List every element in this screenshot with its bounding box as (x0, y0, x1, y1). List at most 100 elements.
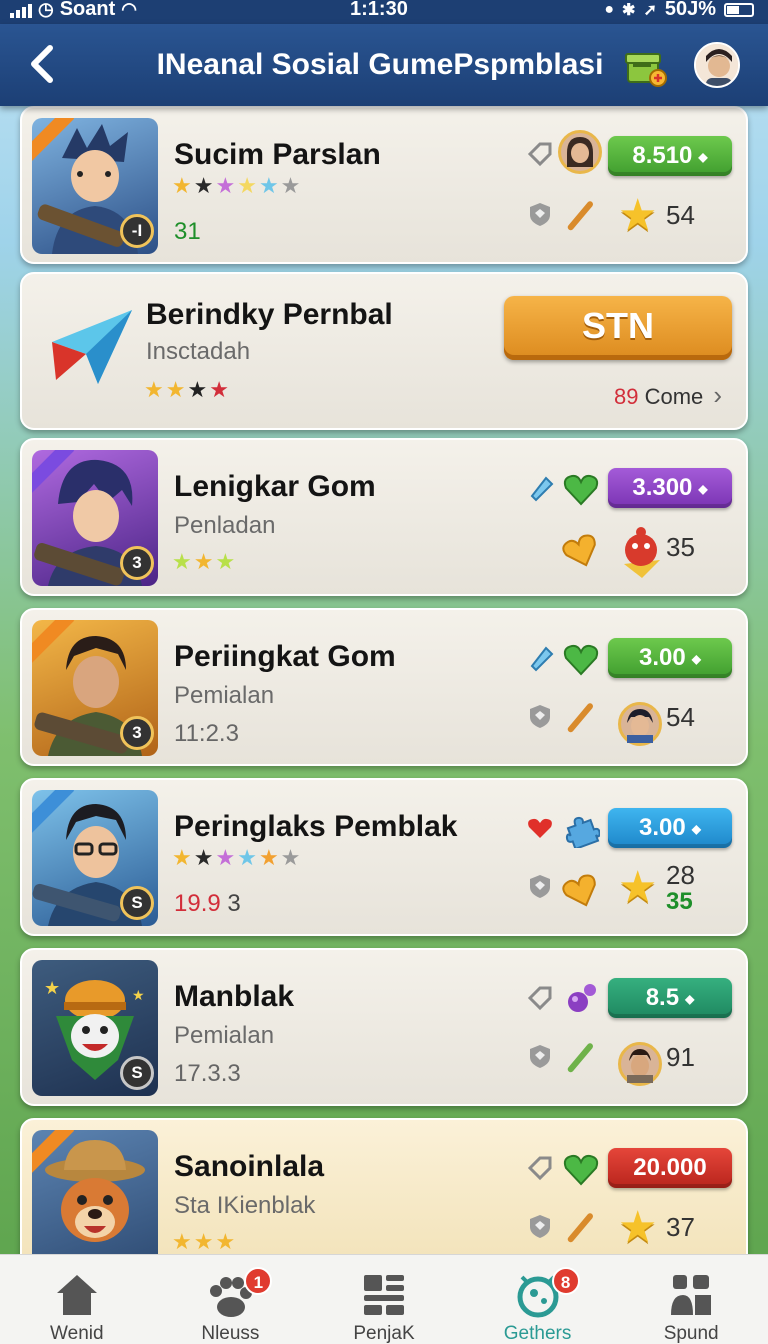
gem-icon (530, 646, 554, 672)
leaderboard-list[interactable]: -I Sucim Parslan ★ ★ ★ ★ ★ ★ 31 8.510 ◆ ★… (0, 106, 768, 1254)
wand-icon (567, 1213, 593, 1243)
game-thumbnail: 3 (32, 620, 158, 756)
count-value: 54 (666, 200, 695, 230)
list-icon (363, 1275, 404, 1315)
rating-stars: ★ ★ ★ ★ ★ ★ (172, 846, 300, 870)
avatar-icon (627, 1049, 653, 1083)
value-pill[interactable]: 3.00 ◆ (608, 808, 732, 848)
star-icon: ★ (193, 845, 214, 870)
value-pill[interactable]: 20.000 (608, 1148, 732, 1188)
nav-label: Spund (663, 1323, 719, 1344)
count-value: 35 (666, 532, 695, 562)
chevron-right-icon: › (713, 380, 723, 410)
svg-text:★: ★ (132, 987, 145, 1003)
nav-item-home[interactable]: Wenid (0, 1255, 154, 1344)
wifi-icon: ◠ (121, 0, 137, 19)
star-icon: ★ (172, 1229, 192, 1254)
bluetooth-icon: ✱ (622, 1, 636, 19)
diamond-icon: ◆ (685, 991, 695, 1006)
game-title: Sucim Parslan (174, 138, 381, 171)
score-value-red: 19.9 (174, 890, 221, 917)
notification-badge: 8 (551, 1267, 580, 1295)
value-pill[interactable]: 8.510 ◆ (608, 136, 732, 176)
bird-icon (624, 527, 660, 578)
alarm-icon: ● (604, 0, 615, 18)
more-count: 89 (614, 384, 639, 409)
list-item[interactable]: Sanoinlala Sta IKienblak ★ ★ ★ 20.000 ★ … (20, 1118, 748, 1254)
diamond-icon: ◆ (691, 821, 701, 836)
list-item[interactable]: -I Sucim Parslan ★ ★ ★ ★ ★ ★ 31 8.510 ◆ ★… (20, 106, 748, 264)
game-subtitle: Pemialan (174, 682, 275, 709)
list-item[interactable]: 3 Periingkat Gom Pemialan 11:2.3 3.00 ◆ 5… (20, 608, 748, 766)
diamond-icon: ◆ (698, 149, 708, 164)
count-value: 28 (666, 860, 695, 890)
player-avatar[interactable] (618, 702, 662, 746)
star-icon: ★ (215, 845, 236, 870)
star-icon: ★ (193, 1229, 214, 1254)
nav-item-list[interactable]: PenjaK (307, 1255, 461, 1344)
status-time: 1:1:30 (350, 0, 408, 20)
star-icon: ★ (172, 549, 192, 574)
game-thumbnail: ★ ★ S (32, 960, 158, 1096)
list-item[interactable]: 3 Lenigkar Gom Penladan ★ ★ ★ 3.300 ◆ 35 (20, 438, 748, 596)
heart-icon (563, 474, 599, 506)
page-title: INeanal Sosial GumePspmblasi (156, 48, 604, 81)
reward-button[interactable] (624, 44, 668, 88)
star-icon: ★ (193, 173, 214, 198)
star-icon: ★ (215, 549, 236, 574)
level-badge: 3 (120, 716, 154, 750)
promo-card[interactable]: Berindky Pernbal Insctadah ★ ★ ★ ★ STN 8… (20, 272, 748, 430)
nav-label: PenjaK (353, 1323, 415, 1344)
heart-icon (562, 874, 596, 907)
pill-value: 8.5 (645, 984, 680, 1011)
stn-button[interactable]: STN (504, 296, 732, 360)
gift-icon (625, 53, 667, 87)
game-title: Manblak (174, 980, 295, 1013)
list-item[interactable]: S Peringlaks Pemblak ★ ★ ★ ★ ★ ★ 19.9 3 … (20, 778, 748, 936)
star-icon: ★ (144, 377, 164, 402)
player-avatar[interactable] (558, 130, 602, 174)
star-icon: ★ (280, 173, 301, 198)
star-icon: ★ (209, 377, 229, 402)
notification-badge: 1 (244, 1267, 273, 1295)
nav-item-news[interactable]: 1 Nleuss (154, 1255, 308, 1344)
back-button[interactable] (22, 40, 70, 88)
value-pill[interactable]: 3.00 ◆ (608, 638, 732, 678)
star-icon: ★ (618, 863, 658, 912)
value-pill[interactable]: 3.300 ◆ (608, 468, 732, 508)
rating-stars: ★ ★ ★ ★ ★ ★ (172, 174, 300, 198)
svg-text:★: ★ (44, 978, 60, 998)
puzzle-icon (565, 816, 600, 848)
game-title: Lenigkar Gom (174, 470, 376, 503)
star-icon: ★ (258, 845, 279, 870)
shield-icon (530, 875, 550, 898)
score-value: 31 (174, 218, 201, 245)
pill-value: 3.00 (639, 644, 686, 671)
game-title: Peringlaks Pemblak (174, 810, 458, 843)
status-bar: ◷ Soant ◠ 1:1:30 ● ✱ ➚ 50J% (0, 0, 768, 24)
heart-icon (528, 818, 552, 838)
list-item[interactable]: ★ ★ S Manblak Pemialan 17.3.3 8.5 ◆ 91 (20, 948, 748, 1106)
stn-button-label: STN (582, 305, 654, 346)
rating-stars: ★ ★ ★ (172, 1230, 235, 1254)
game-thumbnail (32, 1130, 158, 1254)
battery-icon (724, 2, 754, 17)
orb-icon (568, 984, 596, 1012)
count-value-secondary: 35 (666, 888, 693, 915)
chevron-left-icon (31, 45, 53, 83)
profile-avatar[interactable] (694, 42, 740, 88)
game-subtitle: Pemialan (174, 1022, 275, 1049)
star-icon: ★ (280, 845, 301, 870)
diamond-icon: ◆ (691, 651, 701, 666)
game-title: Sanoinlala (174, 1150, 325, 1183)
game-thumbnail: S (32, 790, 158, 926)
more-link[interactable]: 89 Come › (614, 380, 722, 411)
game-subtitle: Sta IKienblak (174, 1192, 316, 1219)
rating-stars: ★ ★ ★ ★ (144, 378, 229, 402)
wand-icon (567, 703, 593, 733)
nav-item-gethers[interactable]: 8 Gethers (461, 1255, 615, 1344)
nav-item-sound[interactable]: Spund (614, 1255, 768, 1344)
player-avatar[interactable] (618, 1042, 662, 1086)
level-badge: -I (120, 214, 154, 248)
value-pill[interactable]: 8.5 ◆ (608, 978, 732, 1018)
